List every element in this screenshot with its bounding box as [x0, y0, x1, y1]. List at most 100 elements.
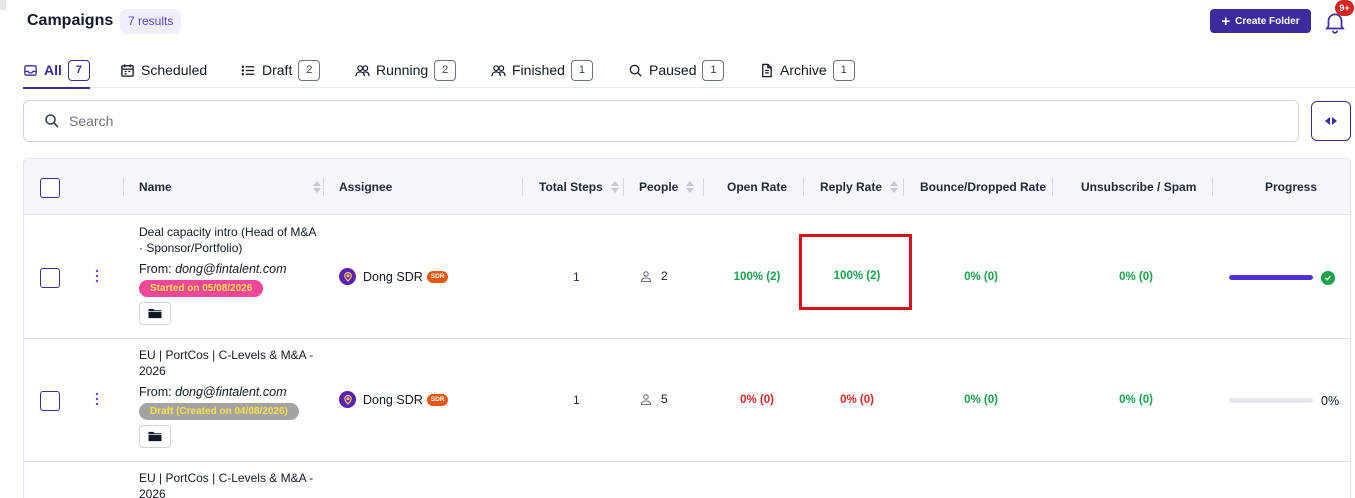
table-row[interactable]: EU | PortCos | C-Levels & M&A - 2026 Fro…: [24, 339, 1350, 462]
tab-draft[interactable]: Draft 2: [241, 52, 321, 88]
search-icon: [45, 114, 59, 128]
progress-bar: [1229, 398, 1313, 403]
column-separator: [123, 178, 124, 196]
check-circle-icon: [1321, 271, 1335, 285]
header-assignee: Assignee: [339, 180, 393, 194]
users-icon: [491, 64, 506, 76]
bounce-rate: 0% (0): [964, 394, 998, 406]
plus-icon: +: [1221, 12, 1231, 30]
sort-icon: [686, 181, 695, 193]
status-badge: Draft (Created on 04/08/2026): [139, 403, 299, 420]
notification-badge: 9+: [1335, 0, 1354, 16]
header-reply-rate-label: Reply Rate: [820, 180, 883, 194]
campaign-info: EU | PortCos | C-Levels & M&A - 2026 Fro…: [139, 347, 319, 448]
results-count-badge: 7 results: [120, 9, 182, 34]
assignee: Dong SDR SDR: [339, 391, 449, 408]
header-reply-rate[interactable]: Reply Rate: [820, 159, 899, 215]
tab-finished-label: Finished: [512, 62, 565, 78]
sender-email: dong@fintalent.com: [175, 262, 287, 276]
assignee-name: Dong SDR: [363, 392, 423, 407]
page-header: Campaigns 7 results + Create Folder 9+: [0, 0, 1355, 44]
sender: From: dong@fintalent.com: [139, 262, 319, 276]
progress-bar: [1229, 275, 1313, 280]
tab-scheduled-label: Scheduled: [141, 62, 208, 78]
header-open-rate: Open Rate: [727, 180, 788, 194]
avatar: [339, 268, 356, 285]
header-total-steps-label: Total Steps: [539, 180, 603, 194]
header-total-steps[interactable]: Total Steps: [539, 159, 619, 215]
users-icon: [355, 64, 370, 76]
tab-paused[interactable]: Paused 1: [628, 52, 725, 88]
table-row[interactable]: EU | PortCos | C-Levels & M&A - 2026: [24, 462, 1350, 498]
tab-paused-label: Paused: [649, 62, 697, 78]
reply-rate: 0% (0): [840, 394, 874, 406]
tab-all-label: All: [44, 62, 62, 78]
campaign-name-link[interactable]: EU | PortCos | C-Levels & M&A - 2026: [139, 347, 319, 379]
sort-icon: [610, 181, 619, 193]
tab-finished-count: 1: [570, 59, 593, 81]
tab-running[interactable]: Running 2: [355, 52, 457, 88]
search-input[interactable]: [69, 113, 1249, 129]
list-icon: [241, 65, 255, 75]
campaigns-table: Name Assignee Total Steps People Open Ra…: [23, 158, 1351, 498]
role-badge: SDR: [426, 393, 449, 406]
folder-icon: [148, 431, 162, 442]
tab-archive[interactable]: Archive 1: [759, 52, 855, 88]
progress-fill: [1229, 275, 1313, 280]
location-pin-icon: [343, 271, 352, 282]
tab-scheduled[interactable]: Scheduled: [120, 52, 207, 88]
sender-email: dong@fintalent.com: [175, 385, 287, 399]
open-rate: 0% (0): [740, 394, 774, 406]
column-separator: [903, 178, 904, 196]
sender: From: dong@fintalent.com: [139, 385, 319, 399]
search-icon: [629, 64, 642, 77]
person-icon: [640, 271, 652, 282]
header-progress: Progress: [1265, 180, 1318, 194]
campaign-info: Deal capacity intro (Head of M&A · Spons…: [139, 224, 319, 325]
highlight-annotation: [799, 234, 912, 310]
tab-all[interactable]: All 7: [23, 52, 90, 89]
column-separator: [522, 178, 523, 196]
header-people-label: People: [639, 180, 679, 194]
sort-icon: [313, 181, 321, 193]
tab-paused-count: 1: [702, 59, 725, 81]
bounce-rate: 0% (0): [964, 271, 998, 283]
column-toggle-button[interactable]: [1311, 101, 1351, 141]
tab-archive-label: Archive: [780, 62, 827, 78]
row-actions-icon[interactable]: [95, 391, 105, 409]
people-value: 5: [661, 392, 668, 406]
folder-button[interactable]: [139, 425, 171, 448]
header-name[interactable]: Name: [139, 159, 321, 215]
folder-button[interactable]: [139, 302, 171, 325]
column-separator: [1052, 178, 1053, 196]
progress-percent: 0%: [1321, 394, 1340, 408]
header-name-label: Name: [139, 180, 172, 194]
tab-all-count: 7: [67, 59, 90, 81]
column-separator: [803, 178, 804, 196]
table-row[interactable]: Deal capacity intro (Head of M&A · Spons…: [24, 216, 1350, 339]
split-arrows-icon: [1325, 117, 1337, 125]
campaign-name-link[interactable]: EU | PortCos | C-Levels & M&A - 2026: [139, 470, 319, 498]
search-bar: [23, 100, 1299, 142]
role-badge: SDR: [426, 270, 449, 283]
assignee: Dong SDR SDR: [339, 268, 449, 285]
create-folder-label: Create Folder: [1235, 15, 1300, 27]
tab-finished[interactable]: Finished 1: [491, 52, 593, 88]
row-checkbox[interactable]: [40, 391, 60, 411]
tab-archive-count: 1: [832, 59, 855, 81]
campaign-name-link[interactable]: Deal capacity intro (Head of M&A · Spons…: [139, 224, 319, 256]
file-icon: [762, 63, 772, 77]
from-label: From:: [139, 262, 172, 276]
select-all-checkbox[interactable]: [40, 178, 60, 198]
table-header: Name Assignee Total Steps People Open Ra…: [24, 159, 1350, 215]
create-folder-button[interactable]: + Create Folder: [1210, 9, 1311, 33]
row-checkbox[interactable]: [40, 268, 60, 288]
inbox-icon: [24, 64, 37, 76]
row-actions-icon[interactable]: [95, 268, 105, 286]
total-steps: 1: [573, 393, 580, 407]
header-bounce-rate: Bounce/Dropped Rate: [920, 180, 1047, 194]
status-badge: Started on 05/08/2026: [139, 280, 264, 297]
header-people[interactable]: People: [639, 159, 695, 215]
column-separator: [703, 178, 704, 196]
header-unsubscribe: Unsubscribe / Spam: [1081, 180, 1197, 194]
